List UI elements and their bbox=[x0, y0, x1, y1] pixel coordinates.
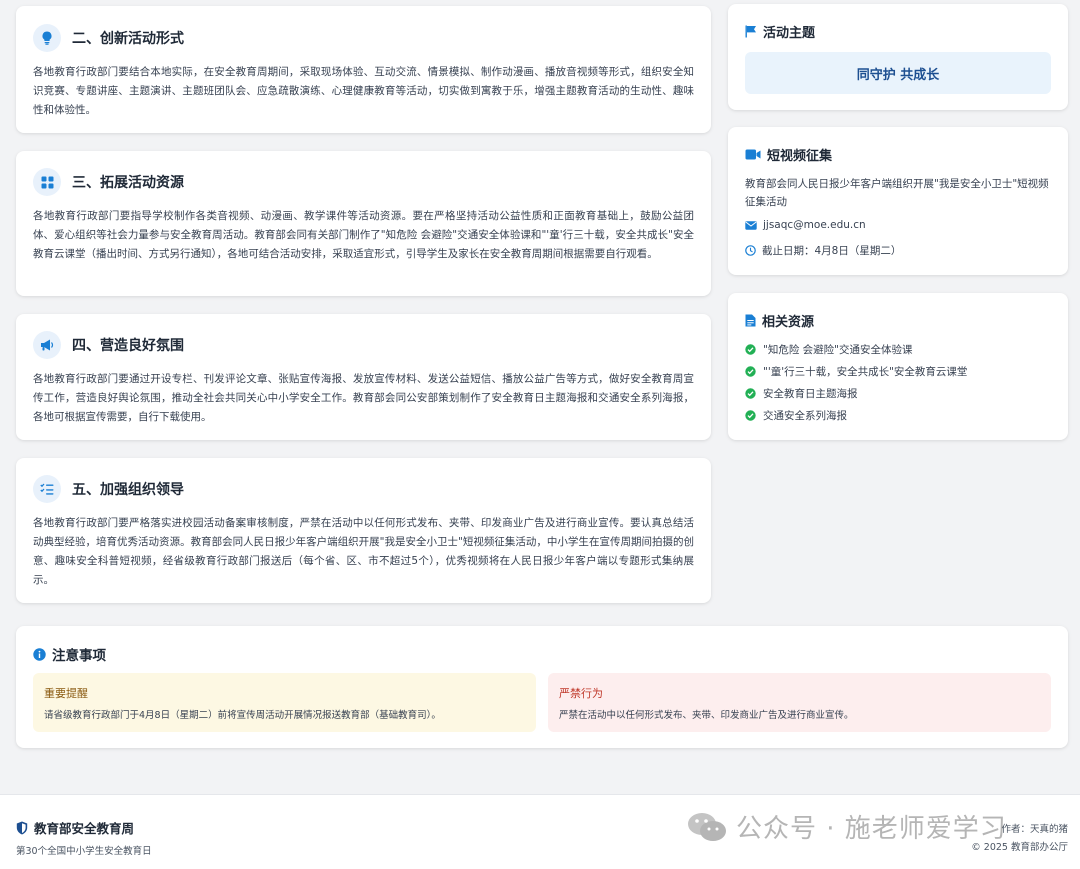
section-title: 五、加强组织领导 bbox=[72, 482, 184, 498]
deadline-text: 截止日期：4月8日（星期二） bbox=[762, 245, 902, 257]
forbidden-behavior-title: 严禁行为 bbox=[559, 687, 603, 700]
email-row: jjsaqc@moe.edu.cn bbox=[745, 219, 866, 231]
footer-copyright: © 2025 教育部办公厅 bbox=[971, 842, 1068, 853]
flag-icon bbox=[745, 25, 756, 38]
section-header: 五、加强组织领导 bbox=[33, 475, 184, 503]
section-body: 各地教育行政部门要指导学校制作各类音视频、动漫画、教学课件等活动资源。要在严格坚… bbox=[33, 210, 694, 260]
footer-brand: 教育部安全教育周 bbox=[16, 818, 134, 837]
theme-card-title: 活动主题 bbox=[745, 22, 815, 41]
notice-title: 注意事项 bbox=[33, 644, 106, 664]
watermark: 公众号 · 施老师爱学习 bbox=[686, 808, 1007, 845]
section-title: 四、营造良好氛围 bbox=[72, 338, 184, 354]
footer-subtitle: 第30个全国中小学生安全教育日 bbox=[16, 846, 152, 857]
check-circle-icon bbox=[745, 344, 756, 355]
clock-icon bbox=[745, 245, 756, 256]
section-header: 三、拓展活动资源 bbox=[33, 168, 184, 196]
resource-item[interactable]: "知危险 会避险"交通安全体验课 bbox=[745, 342, 913, 357]
resource-item[interactable]: "'童'行三十载，安全共成长"安全教育云课堂 bbox=[745, 364, 967, 379]
footer: 教育部安全教育周 第30个全国中小学生安全教育日 公众号 · 施老师爱学习 作者… bbox=[0, 794, 1080, 869]
video-card-title: 短视频征集 bbox=[745, 145, 832, 164]
resources-card-title: 相关资源 bbox=[745, 311, 814, 330]
section-header: 二、创新活动形式 bbox=[33, 24, 184, 52]
important-reminder-title: 重要提醒 bbox=[44, 687, 88, 700]
check-circle-icon bbox=[745, 366, 756, 377]
email-link[interactable]: jjsaqc@moe.edu.cn bbox=[763, 219, 866, 231]
important-reminder-text: 请省级教育行政部门于4月8日（星期二）前将宣传周活动开展情况报送教育部（基础教育… bbox=[44, 710, 441, 721]
deadline-row: 截止日期：4月8日（星期二） bbox=[745, 243, 901, 258]
video-camera-icon bbox=[745, 149, 761, 160]
resources-card: 相关资源 "知危险 会避险"交通安全体验课 "'童'行三十载，安全共成长"安全教… bbox=[728, 293, 1068, 440]
section-body: 各地教育行政部门要通过开设专栏、刊发评论文章、张贴宣传海报、发放宣传材料、发送公… bbox=[33, 373, 694, 423]
resource-item[interactable]: 安全教育日主题海报 bbox=[745, 386, 858, 401]
theme-value: 同守护 共成长 bbox=[745, 52, 1051, 94]
shield-icon bbox=[16, 821, 28, 834]
puzzle-icon bbox=[33, 168, 61, 196]
section-body: 各地教育行政部门要严格落实进校园活动备案审核制度，严禁在活动中以任何形式发布、夹… bbox=[33, 517, 694, 586]
footer-author: 作者：天真的猪 bbox=[1001, 824, 1068, 835]
forbidden-behavior-text: 严禁在活动中以任何形式发布、夹带、印发商业广告及进行商业宣传。 bbox=[559, 710, 854, 721]
forbidden-behavior-box: 严禁行为 严禁在活动中以任何形式发布、夹带、印发商业广告及进行商业宣传。 bbox=[548, 673, 1051, 732]
theme-card: 活动主题 同守护 共成长 bbox=[728, 4, 1068, 110]
important-reminder-box: 重要提醒 请省级教育行政部门于4月8日（星期二）前将宣传周活动开展情况报送教育部… bbox=[33, 673, 536, 732]
info-icon bbox=[33, 647, 46, 661]
section-header: 四、营造良好氛围 bbox=[33, 331, 184, 359]
wechat-icon bbox=[688, 812, 726, 841]
video-desc: 教育部会同人民日报少年客户端组织开展"我是安全小卫士"短视频征集活动 bbox=[745, 178, 1049, 208]
section-card-resources: 三、拓展活动资源 各地教育行政部门要指导学校制作各类音视频、动漫画、教学课件等活… bbox=[16, 151, 711, 296]
megaphone-icon bbox=[33, 331, 61, 359]
check-circle-icon bbox=[745, 410, 756, 421]
notice-card: 注意事项 重要提醒 请省级教育行政部门于4月8日（星期二）前将宣传周活动开展情况… bbox=[16, 626, 1068, 748]
section-body: 各地教育行政部门要结合本地实际，在安全教育周期间，采取现场体验、互动交流、情景模… bbox=[33, 66, 694, 116]
video-card: 短视频征集 教育部会同人民日报少年客户端组织开展"我是安全小卫士"短视频征集活动… bbox=[728, 127, 1068, 275]
check-circle-icon bbox=[745, 388, 756, 399]
section-card-innovate: 二、创新活动形式 各地教育行政部门要结合本地实际，在安全教育周期间，采取现场体验… bbox=[16, 6, 711, 133]
section-card-atmosphere: 四、营造良好氛围 各地教育行政部门要通过开设专栏、刊发评论文章、张贴宣传海报、发… bbox=[16, 314, 711, 440]
section-card-leadership: 五、加强组织领导 各地教育行政部门要严格落实进校园活动备案审核制度，严禁在活动中… bbox=[16, 458, 711, 603]
list-check-icon bbox=[33, 475, 61, 503]
document-icon bbox=[745, 314, 756, 327]
section-title: 三、拓展活动资源 bbox=[72, 175, 184, 191]
resource-item[interactable]: 交通安全系列海报 bbox=[745, 408, 847, 423]
envelope-icon bbox=[745, 220, 757, 230]
lightbulb-icon bbox=[33, 24, 61, 52]
section-title: 二、创新活动形式 bbox=[72, 31, 184, 47]
